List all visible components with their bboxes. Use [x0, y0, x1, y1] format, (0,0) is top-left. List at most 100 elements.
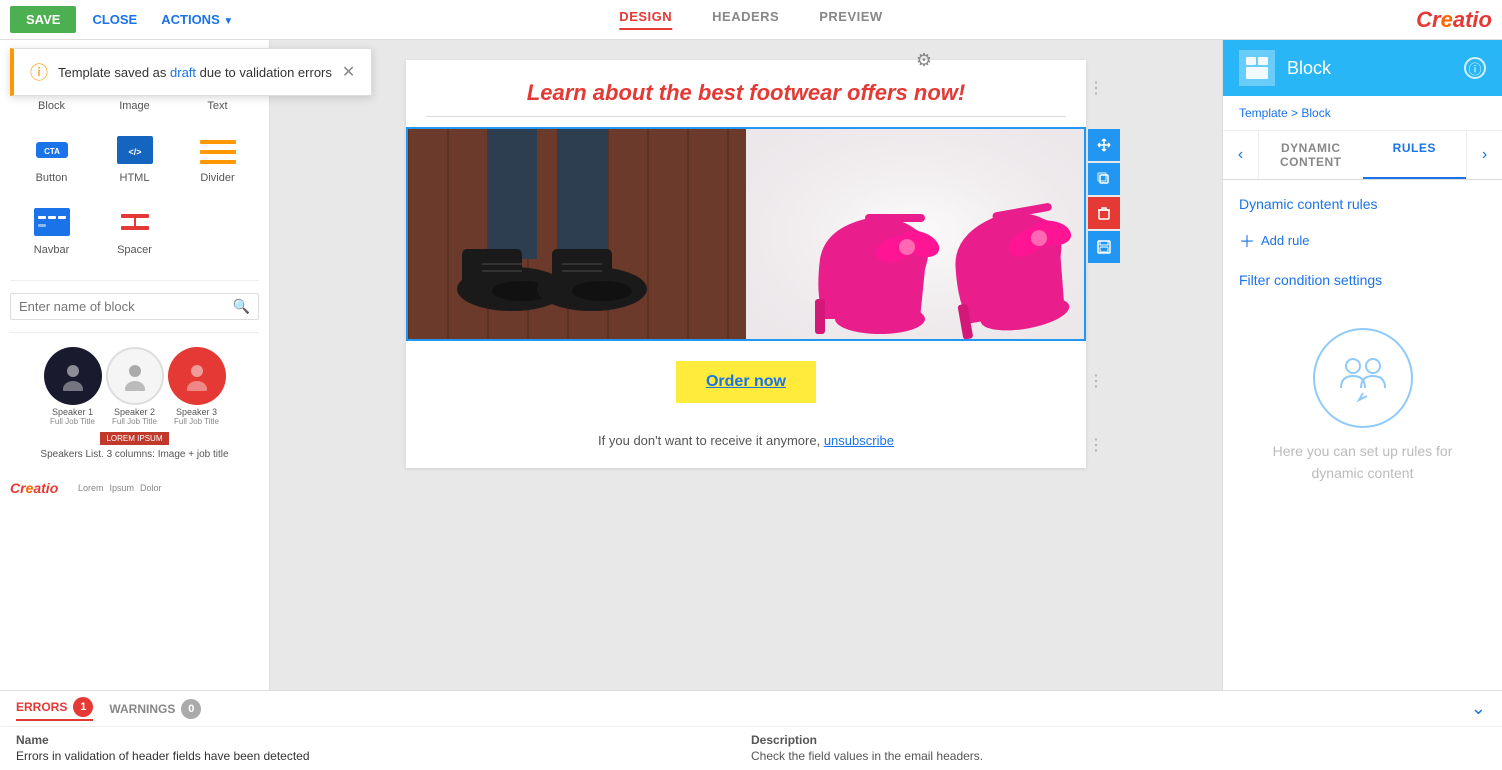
svg-text:</>: </>	[128, 147, 141, 157]
search-input[interactable]	[19, 299, 233, 314]
speaker1-title: Full Job Title	[50, 417, 95, 426]
sidebar-navbar-label: Navbar	[34, 244, 69, 256]
copy-action-button[interactable]	[1088, 163, 1120, 195]
breadcrumb-template-link[interactable]: Template	[1239, 106, 1288, 120]
add-rule-button[interactable]: ＋ Add rule	[1239, 228, 1486, 252]
logo-block-preview[interactable]: Creatio LoremIpsumDolor	[0, 474, 269, 502]
unsubscribe-block-dots[interactable]: ⋮	[1088, 438, 1104, 454]
sidebar-spacer-label: Spacer	[117, 244, 152, 256]
sidebar-image-label: Image	[119, 100, 150, 112]
header-block-dots[interactable]: ⋮	[1088, 81, 1104, 97]
email-canvas: Learn about the best footwear offers now…	[406, 60, 1086, 468]
breadcrumb-current: Block	[1301, 106, 1330, 120]
tab-dynamic-content[interactable]: DYNAMIC CONTENT	[1259, 131, 1363, 179]
notification-close-button[interactable]: ✕	[342, 62, 355, 82]
sidebar-divider-line	[10, 280, 259, 281]
move-action-button[interactable]	[1088, 129, 1120, 161]
bottom-bar-tabs: ERRORS 1 WARNINGS 0 ⌄	[0, 691, 1502, 727]
tab-design[interactable]: DESIGN	[619, 9, 672, 30]
add-rule-label: Add rule	[1261, 233, 1309, 248]
sidebar-text-label: Text	[207, 100, 227, 112]
button-icon: CTA	[29, 132, 75, 168]
actions-dropdown-icon: ▼	[223, 16, 233, 27]
filter-condition-title[interactable]: Filter condition settings	[1239, 272, 1486, 288]
speaker2-avatar	[106, 347, 164, 405]
settings-icon[interactable]: ⚙	[916, 50, 932, 71]
warnings-tab[interactable]: WARNINGS 0	[109, 699, 201, 719]
tab-headers[interactable]: HEADERS	[712, 9, 779, 30]
unsubscribe-block: If you don't want to receive it anymore,…	[406, 423, 1086, 468]
speaker-row: Speaker 1 Full Job Title Speaker 2 Full …	[10, 347, 259, 426]
left-sidebar: Block Image	[0, 40, 270, 690]
email-header-block: Learn about the best footwear offers now…	[406, 60, 1086, 117]
actions-button[interactable]: ACTIONS ▼	[153, 8, 241, 31]
speaker1-name: Speaker 1	[52, 407, 93, 417]
panel-breadcrumb: Template > Block	[1223, 96, 1502, 131]
panel-next-tab-button[interactable]: ›	[1466, 131, 1502, 179]
sidebar-item-navbar[interactable]: Navbar	[10, 194, 93, 266]
block-type-icon	[1239, 50, 1275, 86]
unsubscribe-link[interactable]: unsubscribe	[824, 433, 894, 448]
tab-rules[interactable]: RULES	[1363, 131, 1467, 179]
speaker-block-description: Speakers List. 3 columns: Image + job ti…	[10, 449, 259, 460]
canvas-area: ⚙ Learn about the best footwear offers n…	[270, 40, 1222, 690]
sidebar-html-label: HTML	[120, 172, 150, 184]
logo-preview: Creatio	[10, 474, 70, 502]
errors-label: ERRORS	[16, 700, 67, 714]
image-left	[408, 129, 746, 339]
sidebar-divider-label: Divider	[200, 172, 234, 184]
order-block-dots[interactable]: ⋮	[1088, 374, 1104, 390]
warnings-label: WARNINGS	[109, 702, 175, 716]
right-panel: Block ⓘ Template > Block ‹ DYNAMIC CONTE…	[1222, 40, 1502, 690]
email-header-divider	[426, 116, 1066, 117]
notification-banner: ⓘ Template saved as draft due to validat…	[10, 48, 372, 96]
empty-state-text: Here you can set up rules for dynamic co…	[1259, 440, 1466, 485]
lorem-text-preview: LoremIpsumDolor	[78, 483, 162, 493]
lorem-badge: LOREM IPSUM	[100, 432, 168, 445]
search-icon: 🔍	[233, 298, 250, 315]
close-button[interactable]: CLOSE	[84, 8, 145, 31]
toolbar-tabs: DESIGN HEADERS PREVIEW	[619, 9, 882, 30]
sidebar-item-spacer[interactable]: Spacer	[93, 194, 176, 266]
tab-preview[interactable]: PREVIEW	[819, 9, 882, 30]
notification-draft-link[interactable]: draft	[170, 65, 196, 80]
image-block-actions	[1088, 129, 1120, 263]
empty-state-icon	[1313, 328, 1413, 428]
dynamic-content-rules-title[interactable]: Dynamic content rules	[1239, 196, 1486, 212]
email-image-block[interactable]: ⋮	[406, 127, 1086, 341]
order-now-button[interactable]: Order now	[676, 361, 816, 403]
sidebar-item-divider[interactable]: Divider	[176, 122, 259, 194]
panel-tabs: ‹ DYNAMIC CONTENT RULES ›	[1223, 131, 1502, 180]
error-desc-text: Check the field values in the email head…	[751, 749, 1486, 763]
errors-tab[interactable]: ERRORS 1	[16, 697, 93, 721]
main-layout: Block Image	[0, 40, 1502, 690]
errors-count-badge: 1	[73, 697, 93, 717]
delete-action-button[interactable]	[1088, 197, 1120, 229]
error-name-text: Errors in validation of header fields ha…	[16, 749, 751, 763]
sidebar-divider-line2	[10, 332, 259, 333]
sidebar-button-label: Button	[36, 172, 68, 184]
save-button[interactable]: SAVE	[10, 6, 76, 33]
bottom-bar: ERRORS 1 WARNINGS 0 ⌄ Name Errors in val…	[0, 690, 1502, 770]
speaker3-avatar	[168, 347, 226, 405]
speaker-block-preview[interactable]: Speaker 1 Full Job Title Speaker 2 Full …	[0, 337, 269, 470]
image-right	[746, 129, 1084, 339]
speaker3-name: Speaker 3	[176, 407, 217, 417]
panel-info-button[interactable]: ⓘ	[1464, 57, 1486, 79]
speaker2-title: Full Job Title	[112, 417, 157, 426]
empty-state: Here you can set up rules for dynamic co…	[1239, 308, 1486, 505]
panel-title: Block	[1287, 58, 1452, 79]
sidebar-item-html[interactable]: </> HTML	[93, 122, 176, 194]
sidebar-block-label: Block	[38, 100, 65, 112]
warnings-count-badge: 0	[181, 699, 201, 719]
app-logo: Creatio	[1416, 7, 1492, 33]
panel-prev-tab-button[interactable]: ‹	[1223, 131, 1259, 179]
spacer-icon	[112, 204, 158, 240]
order-section: Order now ⋮	[406, 341, 1086, 423]
sidebar-item-button[interactable]: CTA Button	[10, 122, 93, 194]
collapse-bottom-bar-button[interactable]: ⌄	[1471, 698, 1486, 719]
unsubscribe-text: If you don't want to receive it anymore,	[598, 433, 820, 448]
email-heading-text: Learn about the best footwear offers now…	[406, 60, 1086, 116]
block-search-container: 🔍	[10, 293, 259, 320]
save-block-action-button[interactable]	[1088, 231, 1120, 263]
